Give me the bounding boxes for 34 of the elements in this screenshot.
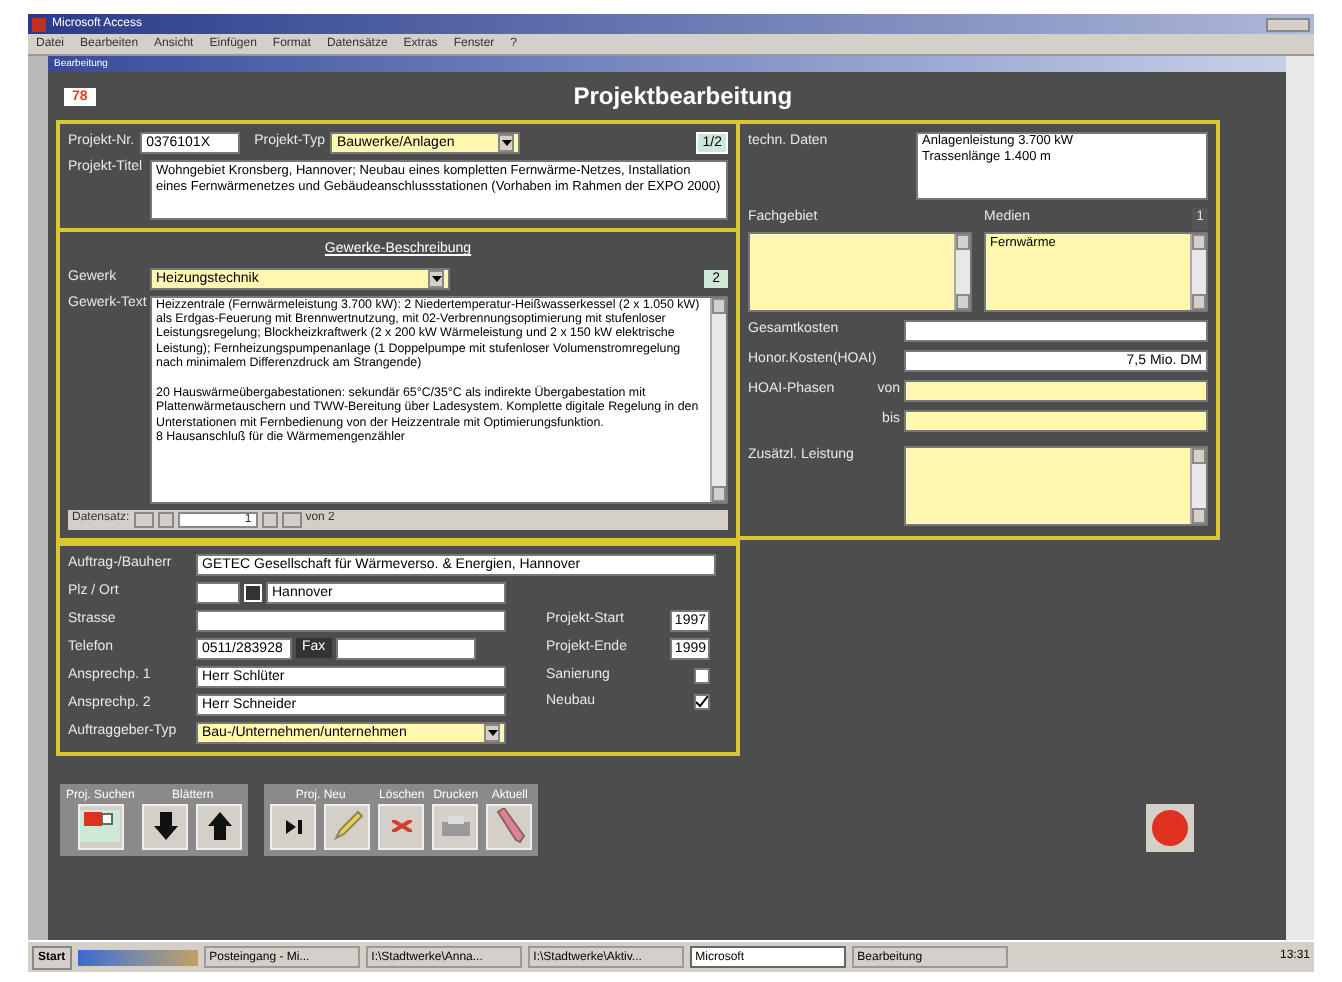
- text-field[interactable]: [196, 609, 506, 631]
- text-field[interactable]: [904, 319, 1208, 341]
- toolbar-button[interactable]: [270, 803, 317, 849]
- scrollbar[interactable]: [1190, 233, 1206, 309]
- printer-icon: [441, 816, 470, 836]
- pencil-icon: [493, 808, 526, 844]
- scrollbar[interactable]: [954, 233, 970, 309]
- stop-sign-icon: [1152, 809, 1188, 845]
- delete-icon: [391, 820, 412, 832]
- checkbox[interactable]: [694, 667, 710, 684]
- access-app-icon: [32, 17, 46, 31]
- toolbar-button[interactable]: [142, 803, 189, 849]
- find-icon: [80, 810, 121, 842]
- down-arrow-icon: [153, 812, 178, 840]
- last-record-icon: [285, 819, 302, 833]
- lookup-button[interactable]: [244, 583, 262, 601]
- dropdown-arrow-icon[interactable]: [428, 269, 444, 287]
- text-field[interactable]: [904, 379, 1208, 401]
- field-list[interactable]: [748, 231, 972, 311]
- text-field[interactable]: [335, 637, 476, 659]
- extra-service-field[interactable]: [904, 445, 1208, 525]
- scrollbar[interactable]: [1286, 56, 1314, 940]
- dropdown-arrow-icon[interactable]: [484, 723, 500, 741]
- scrollbar[interactable]: [1190, 447, 1206, 523]
- pencil-icon: [331, 810, 364, 842]
- dropdown-arrow-icon[interactable]: [498, 134, 515, 152]
- toolbar-button[interactable]: [196, 803, 243, 849]
- up-arrow-icon: [207, 812, 232, 840]
- stop-button[interactable]: [1146, 803, 1194, 851]
- scrollbar[interactable]: [710, 297, 726, 501]
- form-heading: Projektbearbeitung: [571, 80, 795, 114]
- text-field[interactable]: [196, 581, 240, 603]
- checkbox[interactable]: [694, 694, 710, 711]
- text-field[interactable]: [904, 409, 1208, 431]
